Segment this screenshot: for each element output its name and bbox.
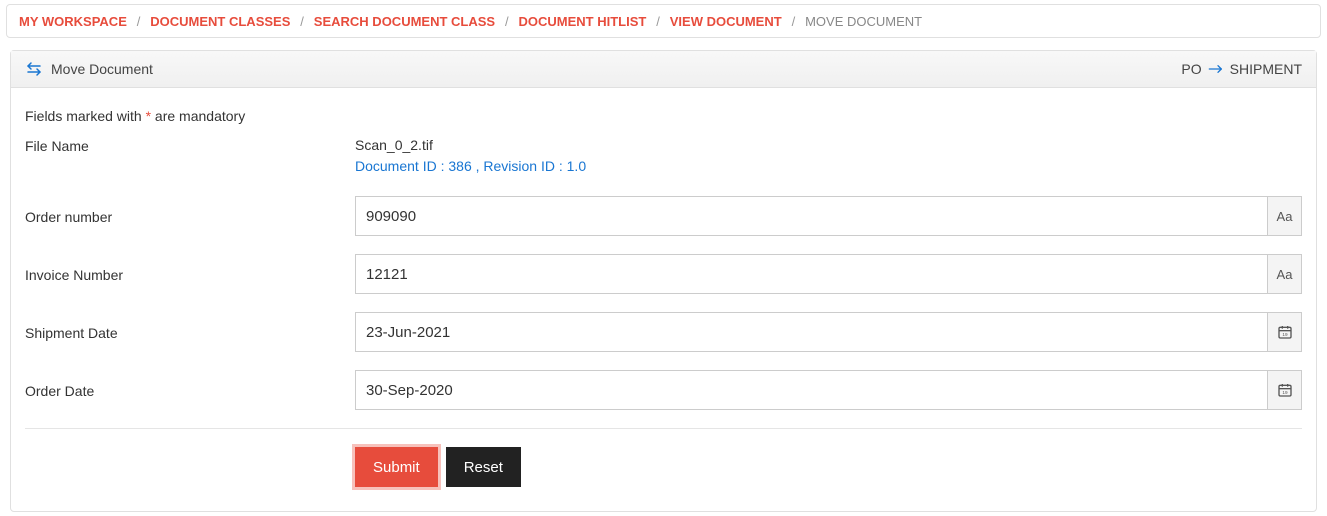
file-name-row: File Name Scan_0_2.tif [25,136,1302,154]
panel-body: Fields marked with * are mandatory File … [11,88,1316,511]
shipment-date-label: Shipment Date [25,323,355,341]
breadcrumb-separator: / [656,14,660,29]
order-number-label: Order number [25,207,355,225]
shipment-date-input[interactable] [355,312,1268,352]
shipment-date-row: Shipment Date 19 [25,312,1302,352]
text-case-icon[interactable]: Aa [1268,254,1302,294]
file-name-value: Scan_0_2.tif [355,137,433,153]
invoice-number-input[interactable] [355,254,1268,294]
calendar-icon[interactable]: 19 [1268,370,1302,410]
panel-header: Move Document PO SHIPMENT [11,51,1316,88]
breadcrumb-item-search-document-class[interactable]: SEARCH DOCUMENT CLASS [314,14,495,29]
file-name-label: File Name [25,136,355,154]
mandatory-note-suffix: are mandatory [151,108,245,124]
order-date-input[interactable] [355,370,1268,410]
breadcrumb-separator: / [505,14,509,29]
divider [25,428,1302,429]
panel-title: Move Document [51,61,153,77]
breadcrumb-item-document-classes[interactable]: DOCUMENT CLASSES [150,14,290,29]
breadcrumb-separator: / [300,14,304,29]
move-from-label: PO [1181,61,1201,77]
mandatory-note-prefix: Fields marked with [25,108,146,124]
button-row: Submit Reset [355,447,1302,487]
arrow-right-icon [1208,63,1224,75]
breadcrumb-item-view-document[interactable]: VIEW DOCUMENT [670,14,782,29]
breadcrumb-item-my-workspace[interactable]: MY WORKSPACE [19,14,127,29]
breadcrumb-item-move-document: MOVE DOCUMENT [805,14,922,29]
invoice-number-label: Invoice Number [25,265,355,283]
order-number-input[interactable] [355,196,1268,236]
reset-button[interactable]: Reset [446,447,521,487]
submit-button[interactable]: Submit [355,447,438,487]
mandatory-note: Fields marked with * are mandatory [25,108,1302,124]
breadcrumb-separator: / [137,14,141,29]
calendar-icon[interactable]: 19 [1268,312,1302,352]
swap-arrows-icon [25,61,43,77]
order-date-row: Order Date 19 [25,370,1302,410]
order-date-label: Order Date [25,381,355,399]
svg-text:19: 19 [1282,390,1288,395]
move-direction-label: PO SHIPMENT [1181,61,1302,77]
svg-text:19: 19 [1282,332,1288,337]
invoice-number-row: Invoice Number Aa [25,254,1302,294]
breadcrumb-item-document-hitlist[interactable]: DOCUMENT HITLIST [519,14,647,29]
document-id-link[interactable]: Document ID : 386 , Revision ID : 1.0 [355,158,586,174]
breadcrumb-separator: / [792,14,796,29]
move-document-panel: Move Document PO SHIPMENT Fields marked … [10,50,1317,512]
move-to-label: SHIPMENT [1230,61,1302,77]
text-case-icon[interactable]: Aa [1268,196,1302,236]
breadcrumb: MY WORKSPACE / DOCUMENT CLASSES / SEARCH… [6,4,1321,38]
order-number-row: Order number Aa [25,196,1302,236]
